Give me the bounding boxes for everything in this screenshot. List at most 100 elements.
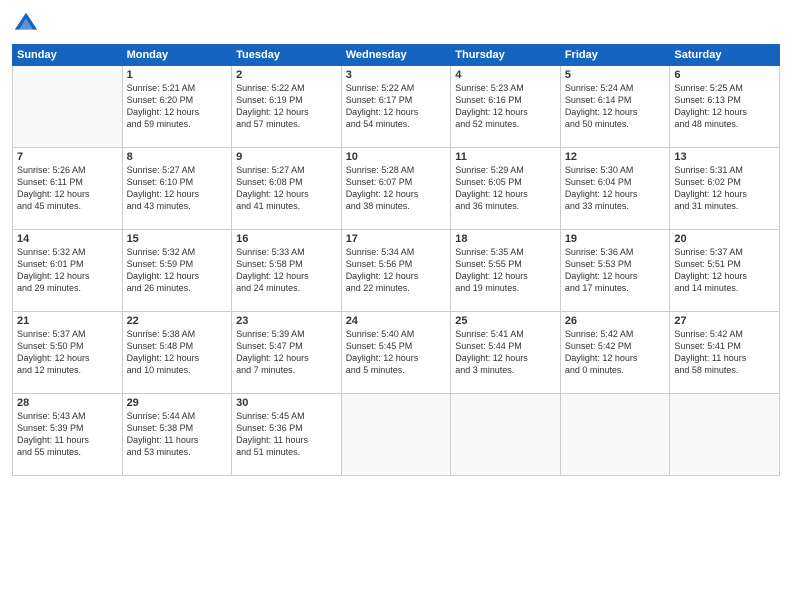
calendar-cell: 20Sunrise: 5:37 AM Sunset: 5:51 PM Dayli… [670,230,780,312]
day-info: Sunrise: 5:36 AM Sunset: 5:53 PM Dayligh… [565,246,666,295]
day-number: 4 [455,69,556,81]
weekday-header-wednesday: Wednesday [341,45,451,66]
week-row-1: 1Sunrise: 5:21 AM Sunset: 6:20 PM Daylig… [13,66,780,148]
calendar-cell: 17Sunrise: 5:34 AM Sunset: 5:56 PM Dayli… [341,230,451,312]
calendar-cell: 5Sunrise: 5:24 AM Sunset: 6:14 PM Daylig… [560,66,670,148]
weekday-header-tuesday: Tuesday [232,45,342,66]
weekday-header-monday: Monday [122,45,232,66]
day-info: Sunrise: 5:30 AM Sunset: 6:04 PM Dayligh… [565,164,666,213]
day-info: Sunrise: 5:39 AM Sunset: 5:47 PM Dayligh… [236,328,337,377]
day-info: Sunrise: 5:27 AM Sunset: 6:08 PM Dayligh… [236,164,337,213]
calendar-cell: 30Sunrise: 5:45 AM Sunset: 5:36 PM Dayli… [232,394,342,476]
day-info: Sunrise: 5:45 AM Sunset: 5:36 PM Dayligh… [236,410,337,459]
day-number: 1 [127,69,228,81]
day-info: Sunrise: 5:42 AM Sunset: 5:42 PM Dayligh… [565,328,666,377]
day-info: Sunrise: 5:31 AM Sunset: 6:02 PM Dayligh… [674,164,775,213]
day-number: 18 [455,233,556,245]
day-number: 2 [236,69,337,81]
calendar-cell: 22Sunrise: 5:38 AM Sunset: 5:48 PM Dayli… [122,312,232,394]
day-info: Sunrise: 5:26 AM Sunset: 6:11 PM Dayligh… [17,164,118,213]
weekday-header-thursday: Thursday [451,45,561,66]
calendar-cell: 18Sunrise: 5:35 AM Sunset: 5:55 PM Dayli… [451,230,561,312]
day-info: Sunrise: 5:32 AM Sunset: 5:59 PM Dayligh… [127,246,228,295]
calendar-cell: 3Sunrise: 5:22 AM Sunset: 6:17 PM Daylig… [341,66,451,148]
calendar-cell: 27Sunrise: 5:42 AM Sunset: 5:41 PM Dayli… [670,312,780,394]
calendar-cell [560,394,670,476]
day-number: 13 [674,151,775,163]
calendar-table: SundayMondayTuesdayWednesdayThursdayFrid… [12,44,780,476]
week-row-4: 21Sunrise: 5:37 AM Sunset: 5:50 PM Dayli… [13,312,780,394]
calendar-cell [670,394,780,476]
day-info: Sunrise: 5:21 AM Sunset: 6:20 PM Dayligh… [127,82,228,131]
calendar-cell: 24Sunrise: 5:40 AM Sunset: 5:45 PM Dayli… [341,312,451,394]
day-info: Sunrise: 5:40 AM Sunset: 5:45 PM Dayligh… [346,328,447,377]
calendar-cell: 21Sunrise: 5:37 AM Sunset: 5:50 PM Dayli… [13,312,123,394]
day-number: 6 [674,69,775,81]
weekday-header-sunday: Sunday [13,45,123,66]
calendar-cell: 23Sunrise: 5:39 AM Sunset: 5:47 PM Dayli… [232,312,342,394]
calendar-cell: 16Sunrise: 5:33 AM Sunset: 5:58 PM Dayli… [232,230,342,312]
calendar-cell: 25Sunrise: 5:41 AM Sunset: 5:44 PM Dayli… [451,312,561,394]
day-number: 29 [127,397,228,409]
weekday-header-friday: Friday [560,45,670,66]
day-number: 10 [346,151,447,163]
day-number: 17 [346,233,447,245]
day-number: 21 [17,315,118,327]
calendar-cell: 14Sunrise: 5:32 AM Sunset: 6:01 PM Dayli… [13,230,123,312]
day-info: Sunrise: 5:43 AM Sunset: 5:39 PM Dayligh… [17,410,118,459]
day-number: 11 [455,151,556,163]
day-info: Sunrise: 5:35 AM Sunset: 5:55 PM Dayligh… [455,246,556,295]
day-info: Sunrise: 5:27 AM Sunset: 6:10 PM Dayligh… [127,164,228,213]
day-number: 22 [127,315,228,327]
day-number: 12 [565,151,666,163]
page-header [12,10,780,38]
page-container: SundayMondayTuesdayWednesdayThursdayFrid… [0,0,792,486]
calendar-cell [451,394,561,476]
calendar-cell: 15Sunrise: 5:32 AM Sunset: 5:59 PM Dayli… [122,230,232,312]
day-number: 28 [17,397,118,409]
day-number: 20 [674,233,775,245]
day-info: Sunrise: 5:32 AM Sunset: 6:01 PM Dayligh… [17,246,118,295]
day-info: Sunrise: 5:42 AM Sunset: 5:41 PM Dayligh… [674,328,775,377]
calendar-cell: 2Sunrise: 5:22 AM Sunset: 6:19 PM Daylig… [232,66,342,148]
calendar-cell: 12Sunrise: 5:30 AM Sunset: 6:04 PM Dayli… [560,148,670,230]
day-number: 3 [346,69,447,81]
week-row-5: 28Sunrise: 5:43 AM Sunset: 5:39 PM Dayli… [13,394,780,476]
logo-icon [12,10,40,38]
day-number: 19 [565,233,666,245]
day-number: 30 [236,397,337,409]
day-number: 14 [17,233,118,245]
day-number: 9 [236,151,337,163]
day-number: 16 [236,233,337,245]
calendar-cell: 13Sunrise: 5:31 AM Sunset: 6:02 PM Dayli… [670,148,780,230]
calendar-cell: 1Sunrise: 5:21 AM Sunset: 6:20 PM Daylig… [122,66,232,148]
day-number: 27 [674,315,775,327]
day-number: 7 [17,151,118,163]
day-number: 8 [127,151,228,163]
day-info: Sunrise: 5:24 AM Sunset: 6:14 PM Dayligh… [565,82,666,131]
day-info: Sunrise: 5:28 AM Sunset: 6:07 PM Dayligh… [346,164,447,213]
calendar-cell: 26Sunrise: 5:42 AM Sunset: 5:42 PM Dayli… [560,312,670,394]
calendar-cell [13,66,123,148]
logo [12,10,44,38]
day-info: Sunrise: 5:38 AM Sunset: 5:48 PM Dayligh… [127,328,228,377]
calendar-cell [341,394,451,476]
calendar-cell: 29Sunrise: 5:44 AM Sunset: 5:38 PM Dayli… [122,394,232,476]
day-number: 23 [236,315,337,327]
calendar-cell: 4Sunrise: 5:23 AM Sunset: 6:16 PM Daylig… [451,66,561,148]
calendar-cell: 8Sunrise: 5:27 AM Sunset: 6:10 PM Daylig… [122,148,232,230]
day-info: Sunrise: 5:34 AM Sunset: 5:56 PM Dayligh… [346,246,447,295]
day-number: 26 [565,315,666,327]
day-number: 25 [455,315,556,327]
day-info: Sunrise: 5:22 AM Sunset: 6:19 PM Dayligh… [236,82,337,131]
day-info: Sunrise: 5:25 AM Sunset: 6:13 PM Dayligh… [674,82,775,131]
day-info: Sunrise: 5:33 AM Sunset: 5:58 PM Dayligh… [236,246,337,295]
calendar-cell: 11Sunrise: 5:29 AM Sunset: 6:05 PM Dayli… [451,148,561,230]
calendar-cell: 28Sunrise: 5:43 AM Sunset: 5:39 PM Dayli… [13,394,123,476]
weekday-header-saturday: Saturday [670,45,780,66]
day-info: Sunrise: 5:37 AM Sunset: 5:51 PM Dayligh… [674,246,775,295]
day-info: Sunrise: 5:29 AM Sunset: 6:05 PM Dayligh… [455,164,556,213]
day-info: Sunrise: 5:44 AM Sunset: 5:38 PM Dayligh… [127,410,228,459]
day-number: 24 [346,315,447,327]
day-info: Sunrise: 5:22 AM Sunset: 6:17 PM Dayligh… [346,82,447,131]
